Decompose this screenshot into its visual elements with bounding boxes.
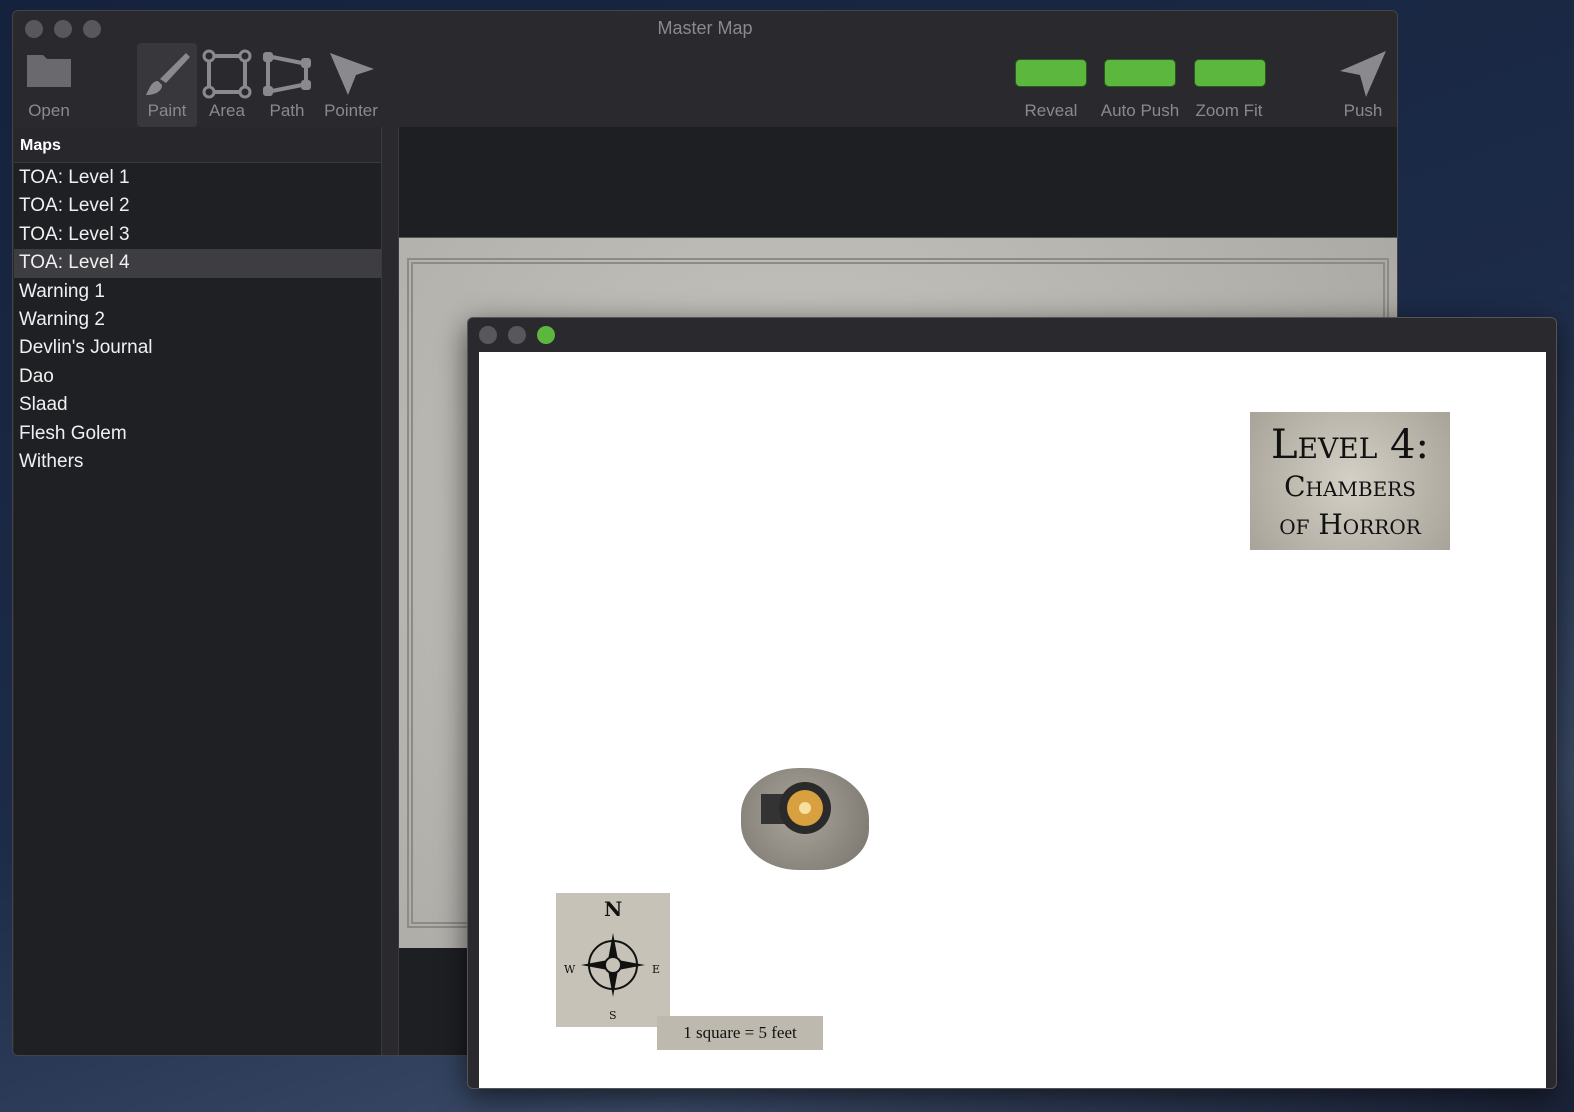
map-item[interactable]: Dao — [14, 363, 381, 391]
map-item-selected[interactable]: TOA: Level 4 — [14, 249, 381, 278]
open-button[interactable]: Open — [19, 43, 79, 127]
minimize-button[interactable] — [508, 326, 526, 344]
player-map-canvas[interactable]: Level 4: Chambers of Horror N W E S 1 sq… — [479, 352, 1546, 1088]
reveal-button[interactable]: Reveal — [1013, 43, 1089, 127]
zoom-fit-label: Zoom Fit — [1195, 101, 1263, 120]
maps-header: Maps — [14, 127, 381, 163]
push-button[interactable]: Push — [1333, 43, 1393, 127]
toolbar: Open Paint Area Path Pointer Reveal Auto… — [13, 43, 1397, 127]
area-tool[interactable]: Area — [201, 43, 253, 127]
pointer-tool[interactable]: Pointer — [319, 43, 383, 127]
scale-label: 1 square = 5 feet — [657, 1016, 823, 1050]
map-item[interactable]: Devlin's Journal — [14, 334, 381, 362]
minimize-button[interactable] — [54, 20, 72, 38]
map-item[interactable]: TOA: Level 1 — [14, 164, 381, 192]
paint-label: Paint — [147, 101, 187, 120]
send-icon — [1340, 51, 1386, 97]
well-icon — [761, 782, 831, 834]
auto-push-button[interactable]: Auto Push — [1097, 43, 1183, 127]
maps-sidebar: Maps TOA: Level 1 TOA: Level 2 TOA: Leve… — [14, 127, 382, 1055]
split-divider[interactable] — [382, 127, 399, 1055]
map-item[interactable]: Withers — [14, 448, 381, 476]
map-item[interactable]: Warning 2 — [14, 306, 381, 334]
compass-w: W — [564, 963, 576, 976]
open-label: Open — [28, 101, 70, 120]
zoom-fit-green-button[interactable] — [1194, 59, 1266, 87]
zoom-button[interactable] — [537, 326, 555, 344]
map-item[interactable]: Slaad — [14, 391, 381, 419]
title-line-2: Chambers — [1284, 470, 1416, 503]
compass-icon — [581, 933, 645, 997]
map-item[interactable]: TOA: Level 3 — [14, 221, 381, 249]
level-title-card: Level 4: Chambers of Horror — [1250, 412, 1450, 550]
title-line-1: Level 4: — [1271, 422, 1429, 468]
path-tool[interactable]: Path — [261, 43, 313, 127]
map-item[interactable]: Warning 1 — [14, 278, 381, 306]
auto-push-label: Auto Push — [1100, 101, 1180, 120]
path-label: Path — [269, 101, 305, 120]
brush-icon — [146, 53, 190, 95]
compass-s: S — [609, 1009, 617, 1022]
pointer-icon — [330, 53, 374, 95]
zoom-button[interactable] — [83, 20, 101, 38]
reveal-green-button[interactable] — [1015, 59, 1087, 87]
title-bar: Master Map — [13, 11, 1397, 43]
window-title: Master Map — [657, 18, 753, 38]
area-icon — [202, 49, 252, 99]
zoom-fit-button[interactable]: Zoom Fit — [1191, 43, 1267, 127]
push-label: Push — [1343, 101, 1383, 120]
compass-e: E — [652, 963, 661, 976]
revealed-rock-area — [741, 768, 869, 870]
compass-rose: N W E S — [556, 893, 670, 1027]
path-icon — [263, 52, 311, 96]
player-view-window: Level 4: Chambers of Horror N W E S 1 sq… — [467, 317, 1557, 1089]
close-button[interactable] — [479, 326, 497, 344]
title-line-3: of Horror — [1279, 508, 1421, 541]
folder-icon — [27, 55, 71, 87]
reveal-label: Reveal — [1024, 101, 1078, 120]
area-label: Area — [209, 101, 245, 120]
close-button[interactable] — [25, 20, 43, 38]
compass-n: N — [604, 897, 623, 921]
map-item[interactable]: TOA: Level 2 — [14, 192, 381, 220]
auto-push-green-button[interactable] — [1104, 59, 1176, 87]
map-item[interactable]: Flesh Golem — [14, 420, 381, 448]
pointer-label: Pointer — [324, 101, 378, 120]
paint-tool[interactable]: Paint — [137, 43, 197, 127]
